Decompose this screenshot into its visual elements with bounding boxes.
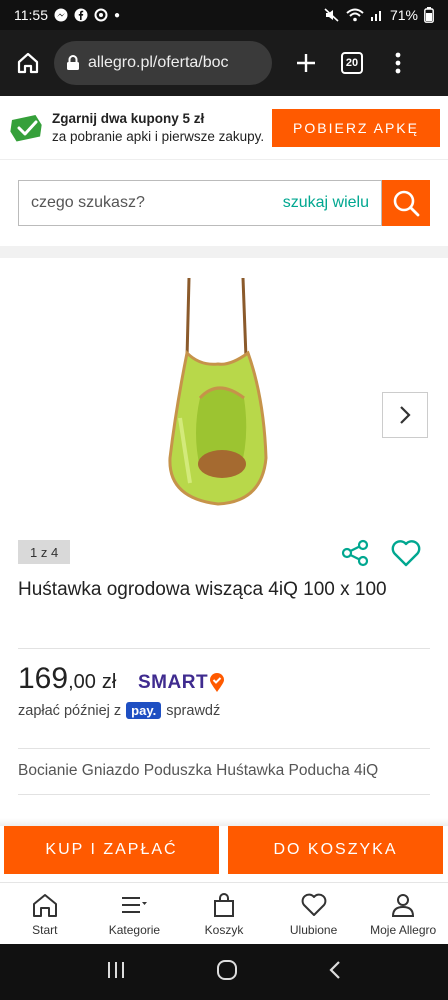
product-gallery[interactable] (0, 258, 448, 534)
dot-icon: ● (114, 9, 121, 21)
app-notification-icon (94, 8, 108, 22)
smart-pin-icon (210, 673, 225, 692)
kebab-menu-icon (395, 52, 401, 74)
actions-shadow (0, 818, 448, 826)
wifi-icon (346, 8, 364, 22)
bottom-navigation: Start Kategorie Koszyk Ulubione Moje All… (0, 882, 448, 944)
nav-item-my-allegro[interactable]: Moje Allegro (358, 883, 448, 944)
recent-apps-button[interactable] (105, 960, 127, 985)
bag-icon (213, 893, 234, 917)
product-price: 169 ,00 zł (18, 662, 116, 696)
signal-icon (370, 8, 384, 22)
product-image (168, 277, 268, 506)
share-button[interactable] (338, 536, 372, 570)
nav-label: Kategorie (108, 923, 161, 937)
url-text: allegro.pl/oferta/boc (88, 54, 229, 71)
address-bar[interactable]: allegro.pl/oferta/boc (54, 41, 272, 85)
search-area: czego szukasz? szukaj wielu (0, 160, 448, 246)
divider (18, 748, 430, 749)
app-promo-banner: Zgarnij dwa kupony 5 zł za pobranie apki… (0, 96, 448, 160)
pay-later-prefix: zapłać później z (18, 702, 122, 719)
search-many-link[interactable]: szukaj wielu (283, 194, 369, 212)
product-description: Bocianie Gniazdo Poduszka Huśtawka Poduc… (18, 762, 379, 779)
search-input[interactable]: czego szukasz? szukaj wielu (18, 180, 382, 226)
heart-icon (391, 540, 421, 567)
lock-icon (67, 55, 79, 70)
new-tab-button[interactable] (288, 45, 324, 81)
back-button[interactable] (327, 959, 343, 986)
smart-label: SMART (138, 672, 209, 693)
divider (18, 794, 430, 795)
promo-title: Zgarnij dwa kupony 5 zł (52, 110, 205, 126)
menu-icon (122, 897, 148, 913)
smart-badge: SMART (138, 672, 225, 694)
search-button[interactable] (382, 180, 430, 226)
home-icon (32, 894, 57, 917)
nav-item-start[interactable]: Start (0, 883, 90, 944)
price-currency: zł (101, 671, 117, 693)
add-to-favorites-button[interactable] (388, 536, 424, 570)
search-icon (393, 190, 420, 217)
battery-percent: 71% (389, 7, 418, 23)
buy-now-button[interactable]: KUP I ZAPŁAĆ (4, 826, 219, 874)
tabs-button[interactable]: 20 (334, 45, 370, 81)
nav-label: Koszyk (204, 923, 244, 937)
facebook-icon (74, 8, 88, 22)
price-main: 169 (18, 662, 69, 695)
nav-item-cart[interactable]: Koszyk (179, 883, 269, 944)
more-menu-button[interactable] (380, 45, 416, 81)
nav-item-favorites[interactable]: Ulubione (269, 883, 359, 944)
nav-label: Start (32, 923, 58, 937)
pay-later-row: zapłać później z pay. sprawdź (18, 702, 220, 719)
back-icon (329, 960, 341, 979)
system-navigation-bar (0, 944, 448, 1000)
chevron-right-icon (400, 406, 411, 424)
status-time: 11:55 (14, 7, 48, 23)
home-circle-icon (216, 959, 237, 980)
divider (18, 648, 430, 649)
section-separator (0, 246, 448, 258)
browser-toolbar: allegro.pl/oferta/boc 20 (0, 30, 448, 96)
tab-count: 20 (341, 52, 363, 74)
user-icon (392, 894, 415, 917)
promo-subtitle: za pobranie apki i pierwsze zakupy. (52, 128, 265, 144)
home-nav-button[interactable] (216, 959, 238, 986)
nav-label: Ulubione (289, 923, 338, 937)
gallery-pager: 1 z 4 (18, 540, 71, 564)
download-app-button[interactable]: POBIERZ APKĘ (272, 108, 440, 147)
pay-later-link[interactable]: sprawdź (166, 703, 220, 719)
gallery-next-button[interactable] (382, 392, 428, 438)
product-title: Huśtawka ogrodowa wisząca 4iQ 100 x 100 (18, 579, 387, 600)
add-to-cart-button[interactable]: DO KOSZYKA (228, 826, 443, 874)
paypo-logo: pay. (126, 702, 162, 719)
battery-icon (424, 7, 434, 23)
home-button[interactable] (10, 45, 46, 81)
plus-icon (297, 54, 315, 72)
heart-icon (301, 893, 326, 916)
home-icon (17, 52, 39, 74)
nav-item-categories[interactable]: Kategorie (90, 883, 180, 944)
share-icon (341, 539, 369, 567)
recent-apps-icon (107, 961, 124, 978)
search-placeholder: czego szukasz? (31, 194, 145, 211)
status-bar: 11:55 ● 71% (0, 0, 448, 30)
price-cents: ,00 (68, 671, 96, 693)
mute-icon (324, 8, 340, 22)
nav-label: Moje Allegro (370, 923, 437, 937)
messenger-icon (54, 8, 68, 22)
coupon-icon (10, 114, 42, 141)
